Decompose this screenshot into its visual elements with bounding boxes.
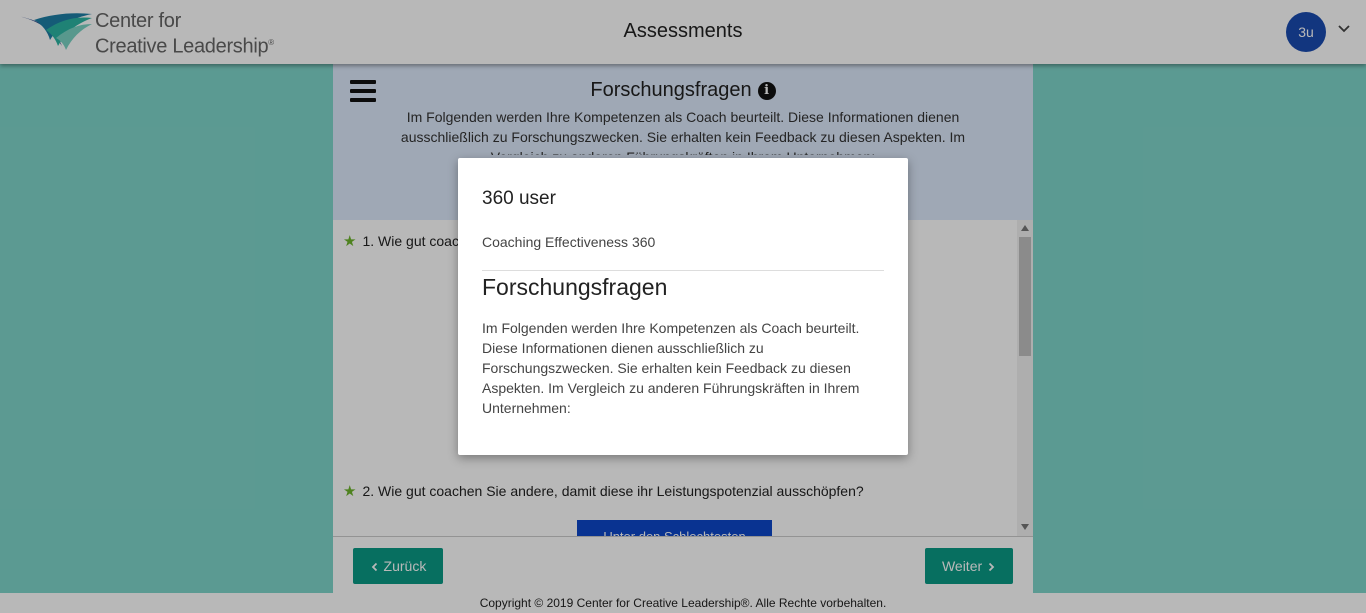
dialog-assessment-name: Coaching Effectiveness 360 (482, 234, 656, 250)
section-info-dialog: 360 user Coaching Effectiveness 360 Fors… (458, 158, 908, 455)
dialog-divider (482, 270, 884, 271)
dialog-body-text: Im Folgenden werden Ihre Kompetenzen als… (482, 320, 860, 416)
dialog-user-name: 360 user (482, 188, 556, 209)
dialog-heading: Forschungsfragen (482, 274, 668, 300)
